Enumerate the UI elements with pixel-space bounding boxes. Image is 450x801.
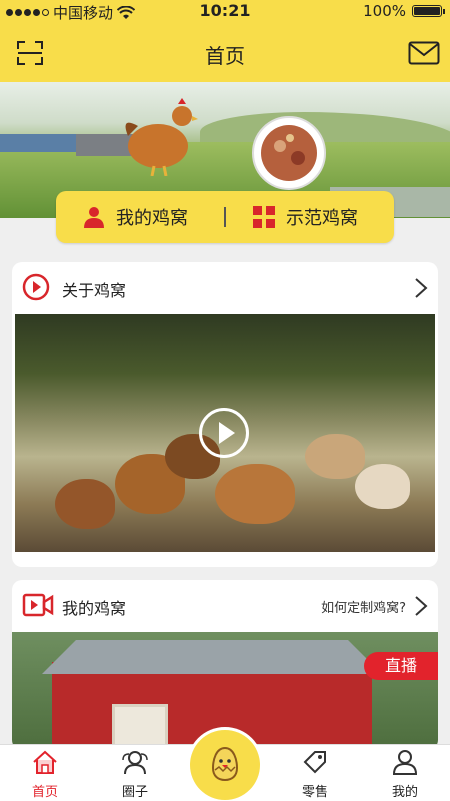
banner-shed bbox=[0, 134, 80, 152]
coop-roof bbox=[42, 640, 382, 674]
video-chicken bbox=[355, 464, 410, 509]
how-to-customize-link[interactable]: 如何定制鸡窝? bbox=[321, 597, 406, 616]
chevron-right-icon bbox=[415, 278, 428, 298]
live-badge[interactable]: 直播 bbox=[364, 652, 438, 680]
tab-circle-label: 圈子 bbox=[121, 785, 148, 800]
my-coop-tab[interactable]: 我的鸡窝 bbox=[82, 191, 188, 243]
about-coop-title: 关于鸡窝 bbox=[62, 281, 127, 300]
play-icon[interactable] bbox=[199, 408, 249, 458]
demo-coop-label: 示范鸡窝 bbox=[286, 208, 358, 229]
tab-retail[interactable]: 零售 bbox=[270, 745, 360, 801]
chicken-illustration bbox=[125, 98, 198, 176]
tab-circle[interactable]: 圈子 bbox=[90, 745, 180, 801]
community-icon bbox=[122, 751, 148, 775]
play-circle-icon bbox=[22, 273, 50, 301]
my-coop-title: 我的鸡窝 bbox=[62, 599, 127, 618]
video-chicken bbox=[215, 464, 295, 524]
tag-icon bbox=[303, 751, 326, 774]
demo-coop-tab[interactable]: 示范鸡窝 bbox=[252, 191, 358, 243]
home-icon bbox=[33, 750, 57, 774]
tab-home[interactable]: 首页 bbox=[0, 745, 90, 801]
status-right: 100% bbox=[363, 2, 445, 20]
tab-home-label: 首页 bbox=[31, 785, 58, 800]
food-plate-illustration bbox=[252, 116, 326, 190]
about-coop-header[interactable]: 关于鸡窝 bbox=[12, 262, 438, 312]
battery-icon bbox=[412, 5, 445, 17]
page-title: 首页 bbox=[205, 44, 245, 68]
person-icon bbox=[84, 207, 104, 228]
video-chicken bbox=[305, 434, 365, 479]
segment-divider bbox=[224, 207, 226, 227]
video-camera-icon bbox=[22, 593, 54, 617]
grid-icon bbox=[253, 206, 275, 228]
status-bar: 中国移动 10:21 100% bbox=[0, 0, 450, 22]
egg-chick-icon bbox=[211, 746, 239, 782]
chevron-right-icon[interactable] bbox=[414, 595, 428, 617]
tab-retail-label: 零售 bbox=[301, 785, 328, 800]
tab-mine[interactable]: 我的 bbox=[360, 745, 450, 801]
video-chicken bbox=[55, 479, 115, 529]
nav-bar: 首页 bbox=[0, 22, 450, 82]
my-coop-label: 我的鸡窝 bbox=[116, 208, 188, 229]
center-action-button[interactable] bbox=[190, 730, 260, 800]
mail-icon[interactable] bbox=[408, 41, 440, 65]
coop-segment-control: 我的鸡窝 示范鸡窝 bbox=[56, 191, 394, 243]
tab-mine-label: 我的 bbox=[391, 785, 418, 800]
user-icon bbox=[392, 750, 418, 775]
about-coop-video[interactable] bbox=[15, 314, 435, 552]
about-coop-card: 关于鸡窝 bbox=[12, 262, 438, 567]
my-coop-header[interactable]: 我的鸡窝 如何定制鸡窝? bbox=[12, 580, 438, 630]
my-coop-card: 我的鸡窝 如何定制鸡窝? 直播 bbox=[12, 580, 438, 750]
battery-percent: 100% bbox=[363, 2, 406, 20]
